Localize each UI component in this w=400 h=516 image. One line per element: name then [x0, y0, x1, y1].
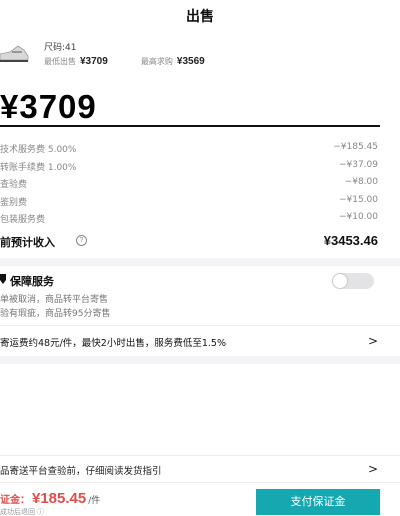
fee-value: −¥10.00	[338, 212, 378, 222]
info-icon[interactable]: ⓘ	[37, 508, 44, 516]
highest-bid-value: ¥3569	[176, 56, 205, 67]
fee-value: −¥8.00	[344, 177, 378, 187]
deposit-amount: ¥185.45	[32, 490, 87, 507]
fee-row: 查验费 −¥8.00	[0, 175, 400, 193]
deposit-unit: /件	[88, 496, 101, 506]
fee-value: −¥37.09	[338, 159, 378, 170]
fee-row: 技术服务费 5.00% −¥185.45	[0, 140, 400, 158]
price-underline	[0, 125, 380, 127]
lowest-ask-value: ¥3709	[80, 56, 108, 67]
section-divider	[0, 356, 400, 364]
product-summary: 尺码:41 最低出售 ¥3709 最高求购 ¥3569	[0, 38, 400, 72]
fee-label: 包装服务费	[0, 215, 46, 225]
refund-text: 成功后退回	[0, 508, 35, 516]
express-sell-row[interactable]: 寄运费约48元/件，最快2小时出售，服务费低至1.5% >	[0, 330, 400, 352]
fee-label: 转账手续费 1.00%	[0, 162, 77, 173]
shipping-guide-row[interactable]: 品寄送平台查验前，仔细阅读发货指引 >	[0, 458, 400, 480]
divider	[0, 455, 400, 456]
toggle-knob	[333, 274, 347, 288]
guarantee-desc: 单被取消，商品转平台寄售	[0, 295, 109, 305]
lowest-ask-label: 最低出售	[44, 57, 76, 66]
guarantee-desc: 验有瑕疵，商品转95分寄售	[0, 309, 111, 319]
highest-bid-label: 最高求购	[140, 57, 173, 66]
guarantee-toggle[interactable]	[332, 273, 374, 289]
guarantee-title: 保障服务	[10, 275, 54, 288]
net-income-value: ¥3453.46	[323, 233, 378, 248]
guarantee-service: 保障服务 单被取消，商品转平台寄售 验有瑕疵，商品转95分寄售	[0, 270, 400, 319]
refund-note: 成功后退回 ⓘ	[0, 507, 44, 516]
fee-value: −¥15.00	[338, 194, 378, 205]
price-reference: 最低出售 ¥3709 最高求购 ¥3569	[44, 56, 205, 67]
section-divider	[0, 258, 400, 266]
pay-deposit-button[interactable]: 支付保证金	[256, 489, 380, 515]
express-sell-text: 寄运费约48元/件，最快2小时出售，服务费低至1.5%	[0, 338, 226, 349]
size-label: 尺码:41	[44, 43, 77, 53]
fee-label: 查验费	[0, 180, 28, 190]
net-income-row: 前预计收入 ? ¥3453.46	[0, 232, 400, 250]
chevron-right-icon: >	[367, 462, 378, 476]
footer-bar: 证金： ¥185.45/件 成功后退回 ⓘ 支付保证金	[0, 482, 400, 516]
listing-price-input[interactable]: ¥3709	[0, 84, 97, 130]
fee-label: 鉴别费	[0, 197, 28, 208]
net-income-label: 前预计收入	[0, 236, 55, 249]
fee-row: 包装服务费 −¥10.00	[0, 210, 400, 228]
shield-icon	[0, 274, 6, 284]
fee-value: −¥185.45	[333, 142, 378, 152]
deposit-info: 证金： ¥185.45/件	[0, 488, 100, 507]
shipping-guide-text: 品寄送平台查验前，仔细阅读发货指引	[0, 466, 162, 477]
help-icon[interactable]: ?	[76, 235, 87, 246]
fee-label: 技术服务费 5.00%	[0, 145, 77, 155]
deposit-label: 证金：	[0, 495, 30, 506]
top-bar: 出售	[0, 0, 400, 34]
divider	[0, 325, 400, 326]
shoe-thumbnail	[0, 45, 29, 62]
fee-row: 鉴别费 −¥15.00	[0, 193, 400, 211]
fee-list: 技术服务费 5.00% −¥185.45 转账手续费 1.00% −¥37.09…	[0, 140, 400, 228]
chevron-right-icon: >	[367, 334, 378, 348]
fee-row: 转账手续费 1.00% −¥37.09	[0, 158, 400, 176]
page-title: 出售	[186, 9, 214, 25]
